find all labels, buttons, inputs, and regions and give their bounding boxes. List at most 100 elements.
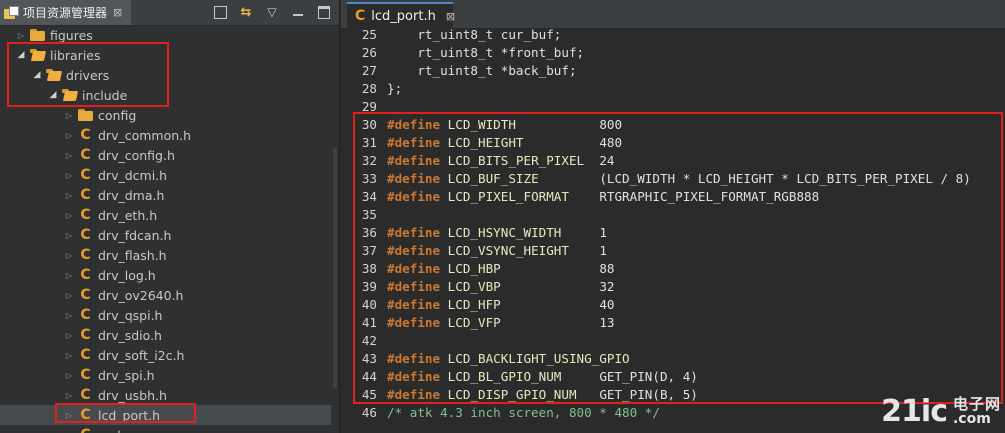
code-token: 480 xyxy=(599,134,623,150)
code-line: 40 #define LCD_HFP 40 xyxy=(341,295,1005,313)
collapsed-arrow-icon[interactable]: ▷ xyxy=(62,365,76,385)
close-icon[interactable]: ⊠ xyxy=(113,6,122,19)
code-token: LCD_BL_GPIO_NUM xyxy=(440,368,600,384)
tree-file[interactable]: ▷ Clcd_port.h xyxy=(0,405,339,425)
tree-file[interactable]: ▷ Cdrv_eth.h xyxy=(0,205,339,225)
collapsed-arrow-icon[interactable]: ▷ xyxy=(14,25,28,45)
collapsed-arrow-icon[interactable]: ▷ xyxy=(62,305,76,325)
keyword-token: #define xyxy=(387,170,441,186)
maximize-icon[interactable] xyxy=(315,3,333,21)
tree-file[interactable]: ▷ Cdrv_sdio.h xyxy=(0,325,339,345)
tree-item-label: config xyxy=(98,107,137,123)
code-token: LCD_HFP xyxy=(440,296,600,312)
line-number: 25 xyxy=(361,26,377,42)
view-menu-icon[interactable]: ▽ xyxy=(263,3,281,21)
tree-folder[interactable]: ▷ figures xyxy=(0,25,339,45)
tree-file[interactable]: ▷ Cdrv_flash.h xyxy=(0,245,339,265)
code-token: 88 xyxy=(599,260,615,276)
keyword-token: #define xyxy=(387,224,441,240)
tree-file[interactable]: ▷ Cdrv_config.h xyxy=(0,145,339,165)
collapsed-arrow-icon[interactable]: ▷ xyxy=(62,125,76,145)
tree-scrollbar[interactable] xyxy=(331,128,339,433)
tree-folder[interactable]: ◢ include xyxy=(0,85,339,105)
line-number: 29 xyxy=(361,98,377,114)
tree-file[interactable]: ▷ Cdrv_spi.h xyxy=(0,365,339,385)
line-number: 31 xyxy=(361,134,377,150)
collapsed-arrow-icon[interactable]: ▷ xyxy=(62,245,76,265)
code-token: }; xyxy=(387,80,403,96)
c-header-file-icon: C xyxy=(78,427,93,433)
expanded-arrow-icon[interactable]: ◢ xyxy=(30,65,44,85)
tree-file[interactable]: ▷ Cdrv_dcmi.h xyxy=(0,165,339,185)
tree-file[interactable]: ▷ Cdrv_soft_i2c.h xyxy=(0,345,339,365)
code-token: LCD_BITS_PER_PIXEL xyxy=(440,152,600,168)
close-icon[interactable]: ⊠ xyxy=(446,10,455,23)
scrollbar-thumb[interactable] xyxy=(333,148,337,388)
link-editor-icon[interactable]: ⇆ xyxy=(237,3,255,21)
c-header-file-icon: C xyxy=(80,187,91,203)
code-line: 26 rt_uint8_t *front_buf; xyxy=(341,43,1005,61)
line-number: 42 xyxy=(361,332,377,348)
code-line: 30 #define LCD_WIDTH 800 xyxy=(341,115,1005,133)
collapsed-arrow-icon[interactable]: ▷ xyxy=(62,205,76,225)
expanded-arrow-icon[interactable]: ◢ xyxy=(46,85,60,105)
tree-file[interactable]: ▷ Cdrv_log.h xyxy=(0,265,339,285)
tree-file[interactable]: ▷ Cdrv_dma.h xyxy=(0,185,339,205)
keyword-token: #define xyxy=(387,152,441,168)
code-line: 42 xyxy=(341,331,1005,349)
keyword-token: #define xyxy=(387,260,441,276)
collapsed-arrow-icon[interactable]: ▷ xyxy=(62,425,76,433)
collapsed-arrow-icon[interactable]: ▷ xyxy=(62,385,76,405)
code-token: 32 xyxy=(599,278,615,294)
code-line: 27 rt_uint8_t *back_buf; xyxy=(341,61,1005,79)
code-line: 45 #define LCD_DISP_GPIO_NUM GET_PIN(B, 5… xyxy=(341,385,1005,403)
c-header-file-icon: C xyxy=(355,8,366,24)
collapsed-arrow-icon[interactable]: ▷ xyxy=(62,145,76,165)
c-header-file-icon: C xyxy=(80,367,91,383)
tree-file[interactable]: ▷ Cdrv_qspi.h xyxy=(0,305,339,325)
collapsed-arrow-icon[interactable]: ▷ xyxy=(62,105,76,125)
code-token: 40 xyxy=(599,296,615,312)
expanded-arrow-icon[interactable]: ◢ xyxy=(14,45,28,65)
collapse-all-icon[interactable] xyxy=(211,3,229,21)
tree-item-label: drv_ov2640.h xyxy=(98,287,184,303)
line-number: 26 xyxy=(361,44,377,60)
collapsed-arrow-icon[interactable]: ▷ xyxy=(62,285,76,305)
code-token: LCD_HEIGHT xyxy=(440,134,600,150)
minimize-icon[interactable] xyxy=(289,3,307,21)
tree-file[interactable]: ▷ Cdrv_ov2640.h xyxy=(0,285,339,305)
tree-item-label: drv_qspi.h xyxy=(98,307,163,323)
collapsed-arrow-icon[interactable]: ▷ xyxy=(62,345,76,365)
collapsed-arrow-icon[interactable]: ▷ xyxy=(62,225,76,245)
explorer-tab[interactable]: 项目资源管理器 ⊠ xyxy=(0,0,131,25)
tree-folder[interactable]: ◢ drivers xyxy=(0,65,339,85)
collapsed-arrow-icon[interactable]: ▷ xyxy=(62,325,76,345)
code-token: LCD_VBP xyxy=(440,278,600,294)
tree-file[interactable]: ▷ Cdrv_common.h xyxy=(0,125,339,145)
project-explorer-icon xyxy=(4,5,19,20)
code-token: 24 xyxy=(599,152,615,168)
line-number: 44 xyxy=(361,368,377,384)
line-number: 43 xyxy=(361,350,377,366)
code-token: GET_PIN(D, 4) xyxy=(599,368,698,384)
keyword-token: #define xyxy=(387,242,441,258)
tree-file[interactable]: ▷ Cdrv_fdcan.h xyxy=(0,225,339,245)
code-line: 44 #define LCD_BL_GPIO_NUM GET_PIN(D, 4) xyxy=(341,367,1005,385)
tree-item-label: drv_dma.h xyxy=(98,187,165,203)
collapsed-arrow-icon[interactable]: ▷ xyxy=(62,165,76,185)
tree-item-label: drv_fdcan.h xyxy=(98,227,172,243)
tree-item-label: drv_spi.h xyxy=(98,367,155,383)
tree-item-label: drv_sdio.h xyxy=(98,327,162,343)
c-header-file-icon: C xyxy=(80,207,91,223)
tree-folder[interactable]: ◢ libraries xyxy=(0,45,339,65)
collapsed-arrow-icon[interactable]: ▷ xyxy=(62,405,76,425)
tree-file[interactable]: ▷Cpcd_... xyxy=(0,425,339,433)
line-number: 30 xyxy=(361,116,377,132)
tree-file[interactable]: ▷ Cdrv_usbh.h xyxy=(0,385,339,405)
tree-item-label: include xyxy=(82,87,128,103)
code-token: RTGRAPHIC_PIXEL_FORMAT_RGB888 xyxy=(599,188,820,204)
code-line: 31 #define LCD_HEIGHT 480 xyxy=(341,133,1005,151)
collapsed-arrow-icon[interactable]: ▷ xyxy=(62,185,76,205)
tree-folder[interactable]: ▷ config xyxy=(0,105,339,125)
collapsed-arrow-icon[interactable]: ▷ xyxy=(62,265,76,285)
